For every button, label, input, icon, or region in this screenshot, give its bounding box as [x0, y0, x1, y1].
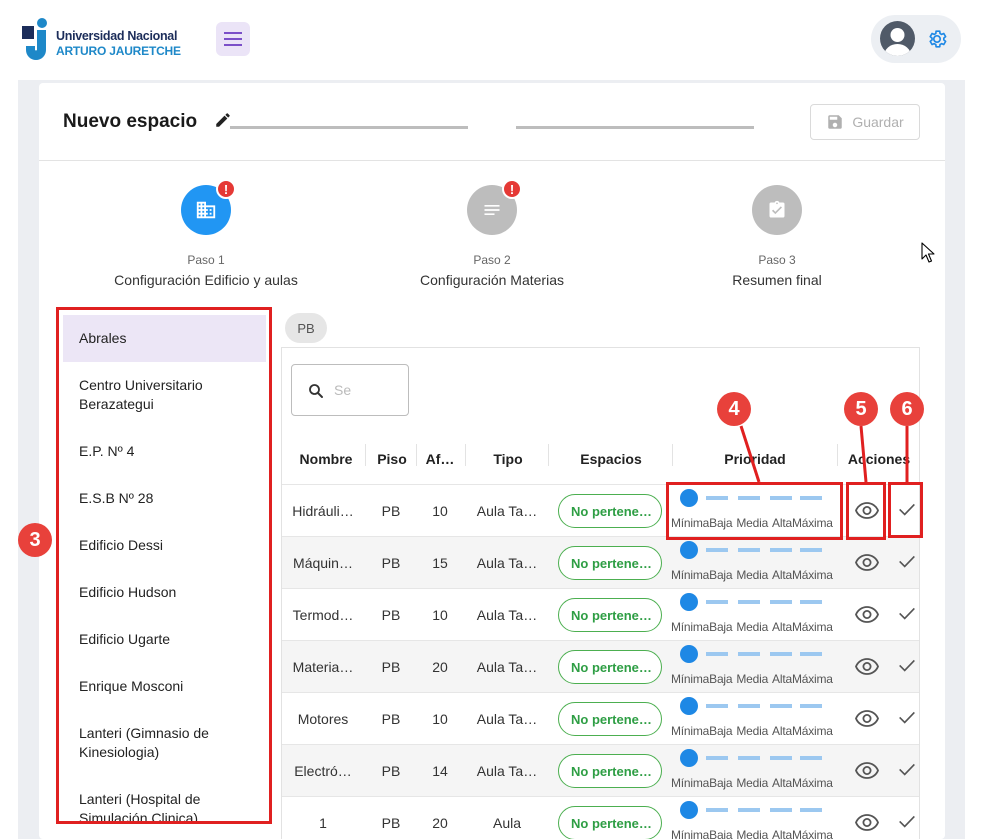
annotation-badge-3: 3	[18, 523, 52, 557]
mouse-cursor-icon	[921, 242, 935, 263]
annotation-badge-5: 5	[844, 392, 878, 426]
annotation-badge-6: 6	[890, 392, 924, 426]
annotation-badge-4: 4	[717, 392, 751, 426]
annotation-leader-lines	[739, 425, 909, 483]
